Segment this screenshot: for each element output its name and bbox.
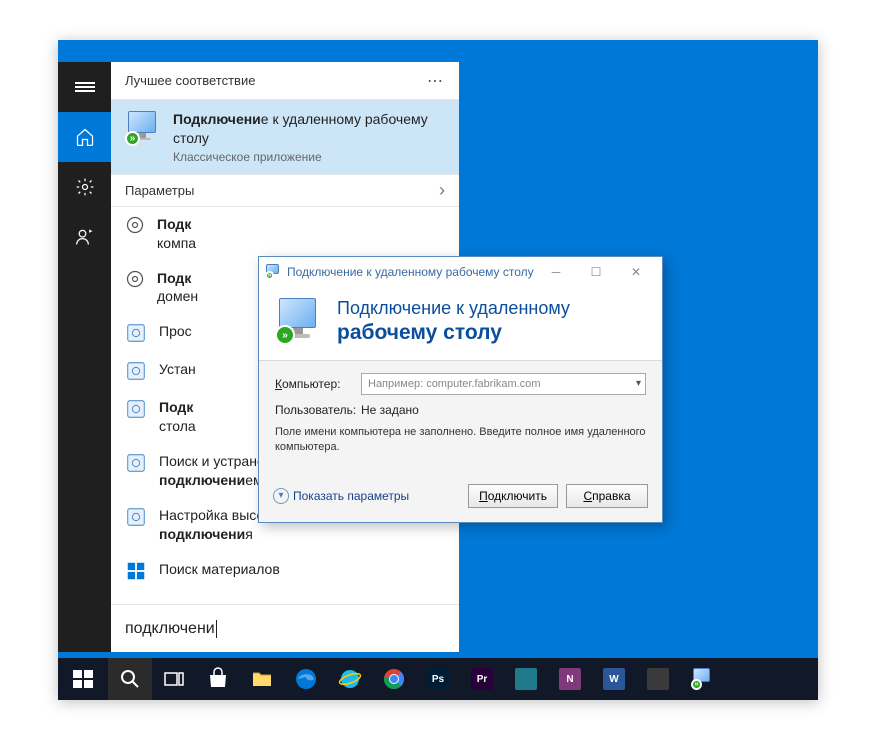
ie-button[interactable] <box>328 658 372 700</box>
close-button[interactable]: ✕ <box>616 257 656 287</box>
windows-icon <box>71 667 95 691</box>
edge-icon <box>294 667 318 691</box>
computer-placeholder: Например: computer.fabrikam.com <box>368 378 541 390</box>
text-cursor <box>216 620 217 638</box>
computer-label: Компьютер: <box>275 377 353 391</box>
taskview-button[interactable] <box>152 658 196 700</box>
section-label-text: Параметры <box>125 183 194 198</box>
results-header: Лучшее соответствие ⋯ <box>111 62 459 100</box>
best-match-item[interactable]: » Подключение к удаленному рабочему стол… <box>111 100 459 175</box>
banner-text: Подключение к удаленному рабочему столу <box>337 297 570 346</box>
chrome-button[interactable] <box>372 658 416 700</box>
folder-icon <box>250 667 274 691</box>
person-icon <box>75 227 95 247</box>
taskview-icon <box>162 667 186 691</box>
chevron-down-icon: ▾ <box>636 378 641 389</box>
rdp-window: » Подключение к удаленному рабочему стол… <box>258 256 663 523</box>
photoshop-button[interactable]: Ps <box>416 658 460 700</box>
help-button[interactable]: Справка <box>566 484 648 508</box>
settings-section[interactable]: Параметры › <box>111 175 459 207</box>
taskbar: Ps Pr N W » <box>58 658 818 700</box>
gear-icon <box>125 269 145 289</box>
search-taskbar-button[interactable] <box>108 658 152 700</box>
desktop: Лучшее соответствие ⋯ » Подключение к уд… <box>58 40 818 700</box>
app-button[interactable] <box>636 658 680 700</box>
onenote-button[interactable]: N <box>548 658 592 700</box>
premiere-button[interactable]: Pr <box>460 658 504 700</box>
app-button[interactable] <box>504 658 548 700</box>
store-icon <box>206 667 230 691</box>
rdp-banner: » Подключение к удаленному рабочему стол… <box>259 287 662 361</box>
more-icon[interactable]: ⋯ <box>427 71 445 91</box>
people-rail-button[interactable] <box>58 212 111 262</box>
window-title: Подключение к удаленному рабочему столу <box>287 265 536 279</box>
settings-tile-icon <box>125 360 147 382</box>
settings-tile-icon <box>125 398 147 420</box>
gear-icon <box>75 177 95 197</box>
show-options-link[interactable]: ▾ Показать параметры <box>273 488 460 504</box>
rdp-icon: » <box>265 264 281 280</box>
rdp-titlebar[interactable]: » Подключение к удаленному рабочему стол… <box>259 257 662 287</box>
minimize-button[interactable]: ─ <box>536 257 576 287</box>
ie-icon <box>338 667 362 691</box>
edge-button[interactable] <box>284 658 328 700</box>
rdp-icon: » <box>125 110 161 146</box>
windows-icon <box>125 560 147 582</box>
settings-rail-button[interactable] <box>58 162 111 212</box>
settings-tile-icon <box>125 506 147 528</box>
rdp-body: Компьютер: Например: computer.fabrikam.c… <box>259 361 662 474</box>
best-match-label: Лучшее соответствие <box>125 73 255 88</box>
hamburger-button[interactable] <box>58 62 111 112</box>
search-icon <box>118 667 142 691</box>
search-box[interactable]: подключени <box>111 604 459 652</box>
start-button[interactable] <box>58 658 108 700</box>
connect-button[interactable]: Подключить <box>468 484 558 508</box>
home-icon <box>75 127 95 147</box>
best-match-subtitle: Классическое приложение <box>173 150 445 164</box>
word-button[interactable]: W <box>592 658 636 700</box>
best-match-title: Подключение к удаленному рабочему столу <box>173 110 445 148</box>
chrome-icon <box>382 667 406 691</box>
rdp-taskbar-button[interactable]: » <box>680 658 724 700</box>
computer-combo[interactable]: Например: computer.fabrikam.com ▾ <box>361 373 646 395</box>
user-value: Не задано <box>361 403 419 417</box>
explorer-button[interactable] <box>240 658 284 700</box>
settings-tile-icon <box>125 452 147 474</box>
rdp-footer: ▾ Показать параметры Подключить Справка <box>259 474 662 522</box>
chevron-down-icon: ▾ <box>273 488 289 504</box>
result-item[interactable]: Подк компа <box>111 207 459 261</box>
home-button[interactable] <box>58 112 111 162</box>
store-result-item[interactable]: Поиск материалов <box>111 552 459 590</box>
settings-tile-icon <box>125 322 147 344</box>
maximize-button[interactable]: ☐ <box>576 257 616 287</box>
rdp-icon: » <box>275 297 323 345</box>
gear-icon <box>125 215 145 235</box>
chevron-right-icon: › <box>439 180 445 201</box>
start-rail <box>58 62 111 652</box>
user-label: Пользователь: <box>275 403 353 417</box>
rdp-icon: » <box>691 668 713 690</box>
store-button[interactable] <box>196 658 240 700</box>
info-text: Поле имени компьютера не заполнено. Введ… <box>275 425 646 456</box>
search-value: подключени <box>125 620 215 638</box>
